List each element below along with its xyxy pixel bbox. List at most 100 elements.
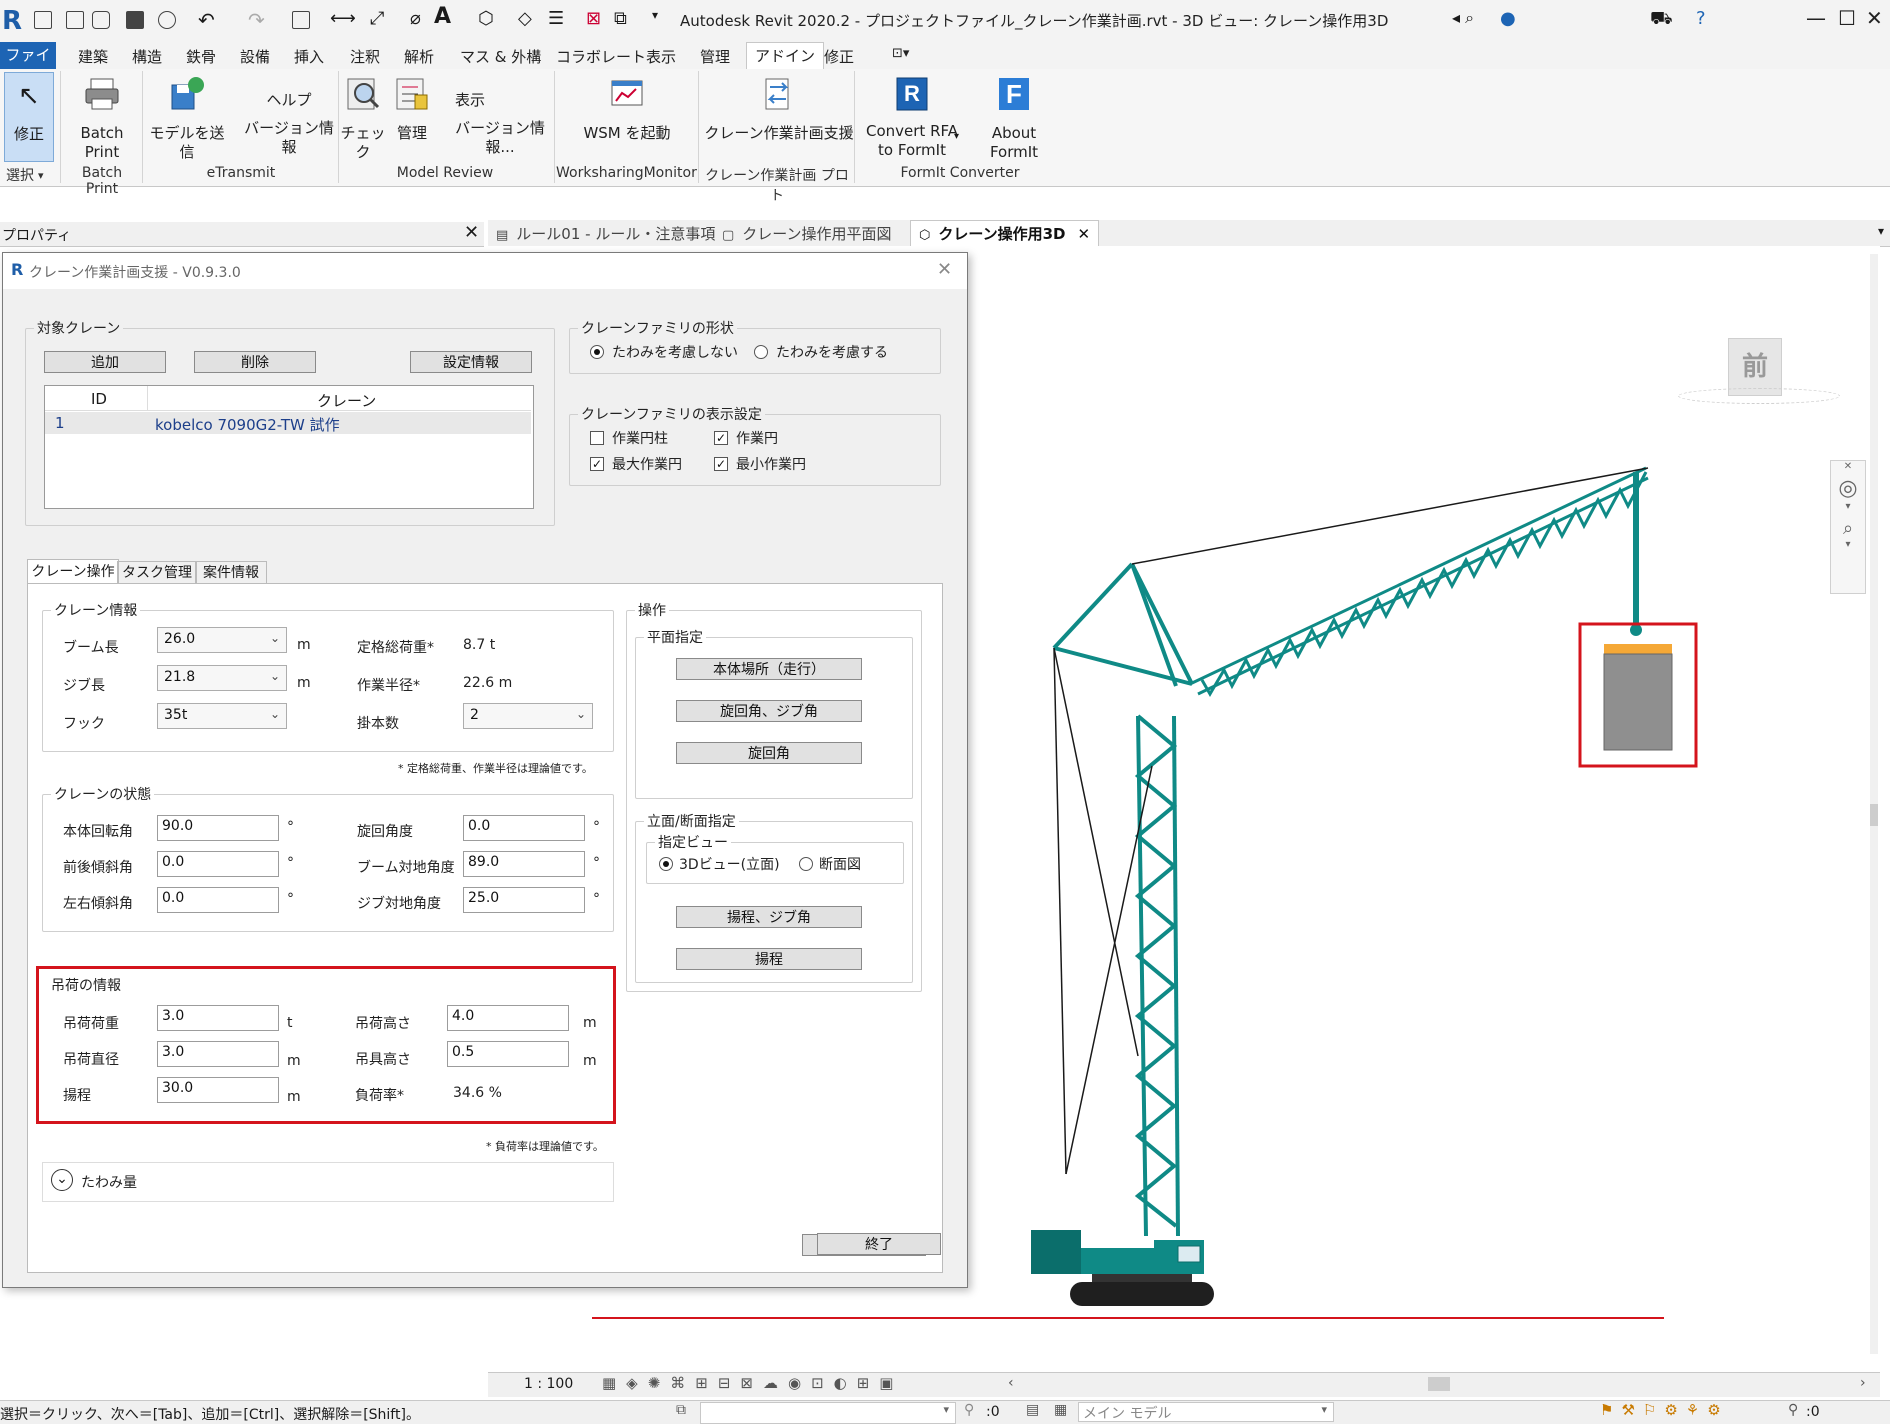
- vertical-scrollbar[interactable]: [1870, 254, 1878, 1354]
- horizontal-scroll-thumb[interactable]: [1428, 1377, 1450, 1391]
- menu-annotate[interactable]: 注釈: [350, 46, 380, 67]
- load-height-input[interactable]: 4.0: [447, 1005, 569, 1031]
- selection-options-icons[interactable]: ⚑⚒⚐⚙⚘⚙: [1600, 1401, 1729, 1419]
- scroll-right-icon[interactable]: ›: [1860, 1375, 1866, 1391]
- jib-angle-input[interactable]: 25.0: [463, 887, 585, 913]
- crane-support-button[interactable]: クレーン作業計画支援: [704, 75, 854, 143]
- tab-crane-operation[interactable]: クレーン操作: [27, 559, 119, 584]
- no-deflection-radio[interactable]: [590, 345, 604, 359]
- menu-steel[interactable]: 鉄骨: [186, 46, 216, 67]
- minimize-icon[interactable]: —: [1806, 6, 1826, 30]
- close-hidden-icon[interactable]: ⊠: [586, 8, 601, 29]
- zoom-icon[interactable]: ⌕: [1831, 518, 1865, 539]
- menu-file[interactable]: ファイル: [0, 42, 56, 91]
- close-icon[interactable]: ✕: [1831, 461, 1865, 472]
- menu-addins[interactable]: アドイン: [746, 42, 825, 70]
- chevron-down-icon[interactable]: ⌄: [51, 1169, 73, 1191]
- swing-button[interactable]: 旋回角: [676, 742, 862, 764]
- user-icon[interactable]: ●: [1500, 8, 1516, 29]
- tab-task-management[interactable]: タスク管理: [117, 561, 197, 584]
- parts-select[interactable]: 2 ⌄: [463, 703, 593, 729]
- close-button[interactable]: 終了: [817, 1233, 941, 1255]
- modify-button[interactable]: ↖ 修正: [4, 72, 54, 162]
- deflection-expander[interactable]: ⌄ たわみ量: [42, 1162, 614, 1202]
- boom-length-select[interactable]: 26.0 ⌄: [157, 627, 287, 653]
- scroll-left-icon[interactable]: ‹: [1008, 1375, 1014, 1391]
- maximize-icon[interactable]: ☐: [1838, 6, 1856, 30]
- menu-massing[interactable]: マス & 外構: [460, 46, 541, 67]
- deflection-radio[interactable]: [754, 345, 768, 359]
- lift-height-input[interactable]: 30.0: [157, 1077, 279, 1103]
- convert-rfa-button[interactable]: R Convert RFA to FormIt: [862, 75, 962, 160]
- show-button[interactable]: 表示: [450, 91, 490, 110]
- view-scale[interactable]: 1 : 100: [524, 1376, 573, 1392]
- menu-structure[interactable]: 構造: [132, 46, 162, 67]
- text-icon[interactable]: A: [434, 4, 451, 29]
- pitch-input[interactable]: 0.0: [157, 851, 279, 877]
- send-model-button[interactable]: モデルを送信: [146, 75, 228, 162]
- swing-jib-button[interactable]: 旋回角、ジブ角: [676, 700, 862, 722]
- design-option-dropdown[interactable]: メイン モデル ▾: [1078, 1402, 1334, 1422]
- new-file-icon[interactable]: [66, 11, 84, 29]
- dimension-icon[interactable]: ⤢: [370, 8, 384, 29]
- crane-list[interactable]: ID クレーン 1 kobelco 7090G2-TW 試作: [44, 385, 534, 509]
- delete-crane-button[interactable]: 削除: [194, 351, 316, 373]
- home-icon[interactable]: [34, 11, 52, 29]
- min-circle-checkbox[interactable]: ✓: [714, 457, 728, 471]
- design-options-icon[interactable]: ▦: [1054, 1402, 1067, 1418]
- view-tools-icons[interactable]: ▦◈✺⌘⊞⊟⊠☁◉⊡◐⊞▣: [602, 1374, 903, 1392]
- steering-wheel-icon[interactable]: ◎: [1831, 476, 1865, 501]
- undo-icon[interactable]: ↶: [198, 8, 215, 32]
- menu-insert[interactable]: 挿入: [294, 46, 324, 67]
- filter-icon[interactable]: ⚲: [1788, 1402, 1798, 1418]
- panel-toggle-icon[interactable]: ⊡▾: [892, 46, 909, 61]
- close-icon[interactable]: ✕: [1866, 6, 1883, 30]
- body-rotation-input[interactable]: 90.0: [157, 815, 279, 841]
- cart-icon[interactable]: ⛟: [1650, 8, 1673, 32]
- load-weight-input[interactable]: 3.0: [157, 1005, 279, 1031]
- editable-only-icon[interactable]: ▤: [1026, 1402, 1039, 1418]
- 3d-view-radio[interactable]: [659, 857, 673, 871]
- menu-analyze[interactable]: 解析: [404, 46, 434, 67]
- body-location-button[interactable]: 本体場所（走行）: [676, 658, 862, 680]
- tab-3d-view[interactable]: ⬡ クレーン操作用3D ✕: [910, 220, 1100, 247]
- customize-qat-icon[interactable]: ▾: [652, 8, 658, 22]
- search-binoculars-icon[interactable]: ◂ ⌕: [1452, 8, 1474, 28]
- save-icon[interactable]: [126, 11, 144, 29]
- chevron-down-icon[interactable]: ▾: [954, 131, 959, 142]
- lift-jib-button[interactable]: 揚程、ジブ角: [676, 906, 862, 928]
- version-info-button[interactable]: バージョン情報: [244, 119, 334, 157]
- manage-button[interactable]: 管理: [392, 75, 432, 143]
- work-circle-checkbox[interactable]: ✓: [714, 431, 728, 445]
- tag-icon[interactable]: ⌀: [410, 8, 421, 29]
- menu-collaborate[interactable]: コラボレート: [556, 46, 646, 67]
- switch-windows-icon[interactable]: ⧉: [614, 8, 627, 29]
- print-icon[interactable]: [292, 11, 310, 29]
- batch-print-button[interactable]: Batch Print: [64, 75, 140, 162]
- jib-length-select[interactable]: 21.8 ⌄: [157, 665, 287, 691]
- boom-angle-input[interactable]: 89.0: [463, 851, 585, 877]
- section-radio[interactable]: [799, 857, 813, 871]
- worksets-icon[interactable]: ⧉: [676, 1402, 686, 1418]
- close-icon[interactable]: ✕: [1078, 225, 1091, 243]
- settings-button[interactable]: 設定情報: [410, 351, 532, 373]
- workset-dropdown[interactable]: ▾: [700, 1402, 956, 1424]
- add-crane-button[interactable]: 追加: [44, 351, 166, 373]
- select-dropdown[interactable]: 選択 ▾: [6, 165, 56, 185]
- chevron-down-icon[interactable]: ▾: [1831, 539, 1865, 550]
- work-cylinder-checkbox[interactable]: [590, 431, 604, 445]
- chevron-down-icon[interactable]: ▾: [1831, 501, 1865, 512]
- revit-logo[interactable]: R: [2, 6, 24, 36]
- 3d-view-icon[interactable]: ⬡: [478, 8, 494, 29]
- version-info2-button[interactable]: バージョン情報...: [448, 119, 552, 157]
- filter-icon[interactable]: ⚲: [964, 1402, 974, 1418]
- sync-icon[interactable]: [158, 11, 176, 29]
- swing-input[interactable]: 0.0: [463, 815, 585, 841]
- lift-button[interactable]: 揚程: [676, 948, 862, 970]
- viewcube-compass[interactable]: [1678, 388, 1840, 404]
- roll-input[interactable]: 0.0: [157, 887, 279, 913]
- redo-icon[interactable]: ↷: [248, 8, 265, 32]
- about-formit-button[interactable]: F About FormIt: [966, 75, 1062, 162]
- open-folder-icon[interactable]: [92, 11, 110, 29]
- menu-view[interactable]: 表示: [646, 46, 676, 67]
